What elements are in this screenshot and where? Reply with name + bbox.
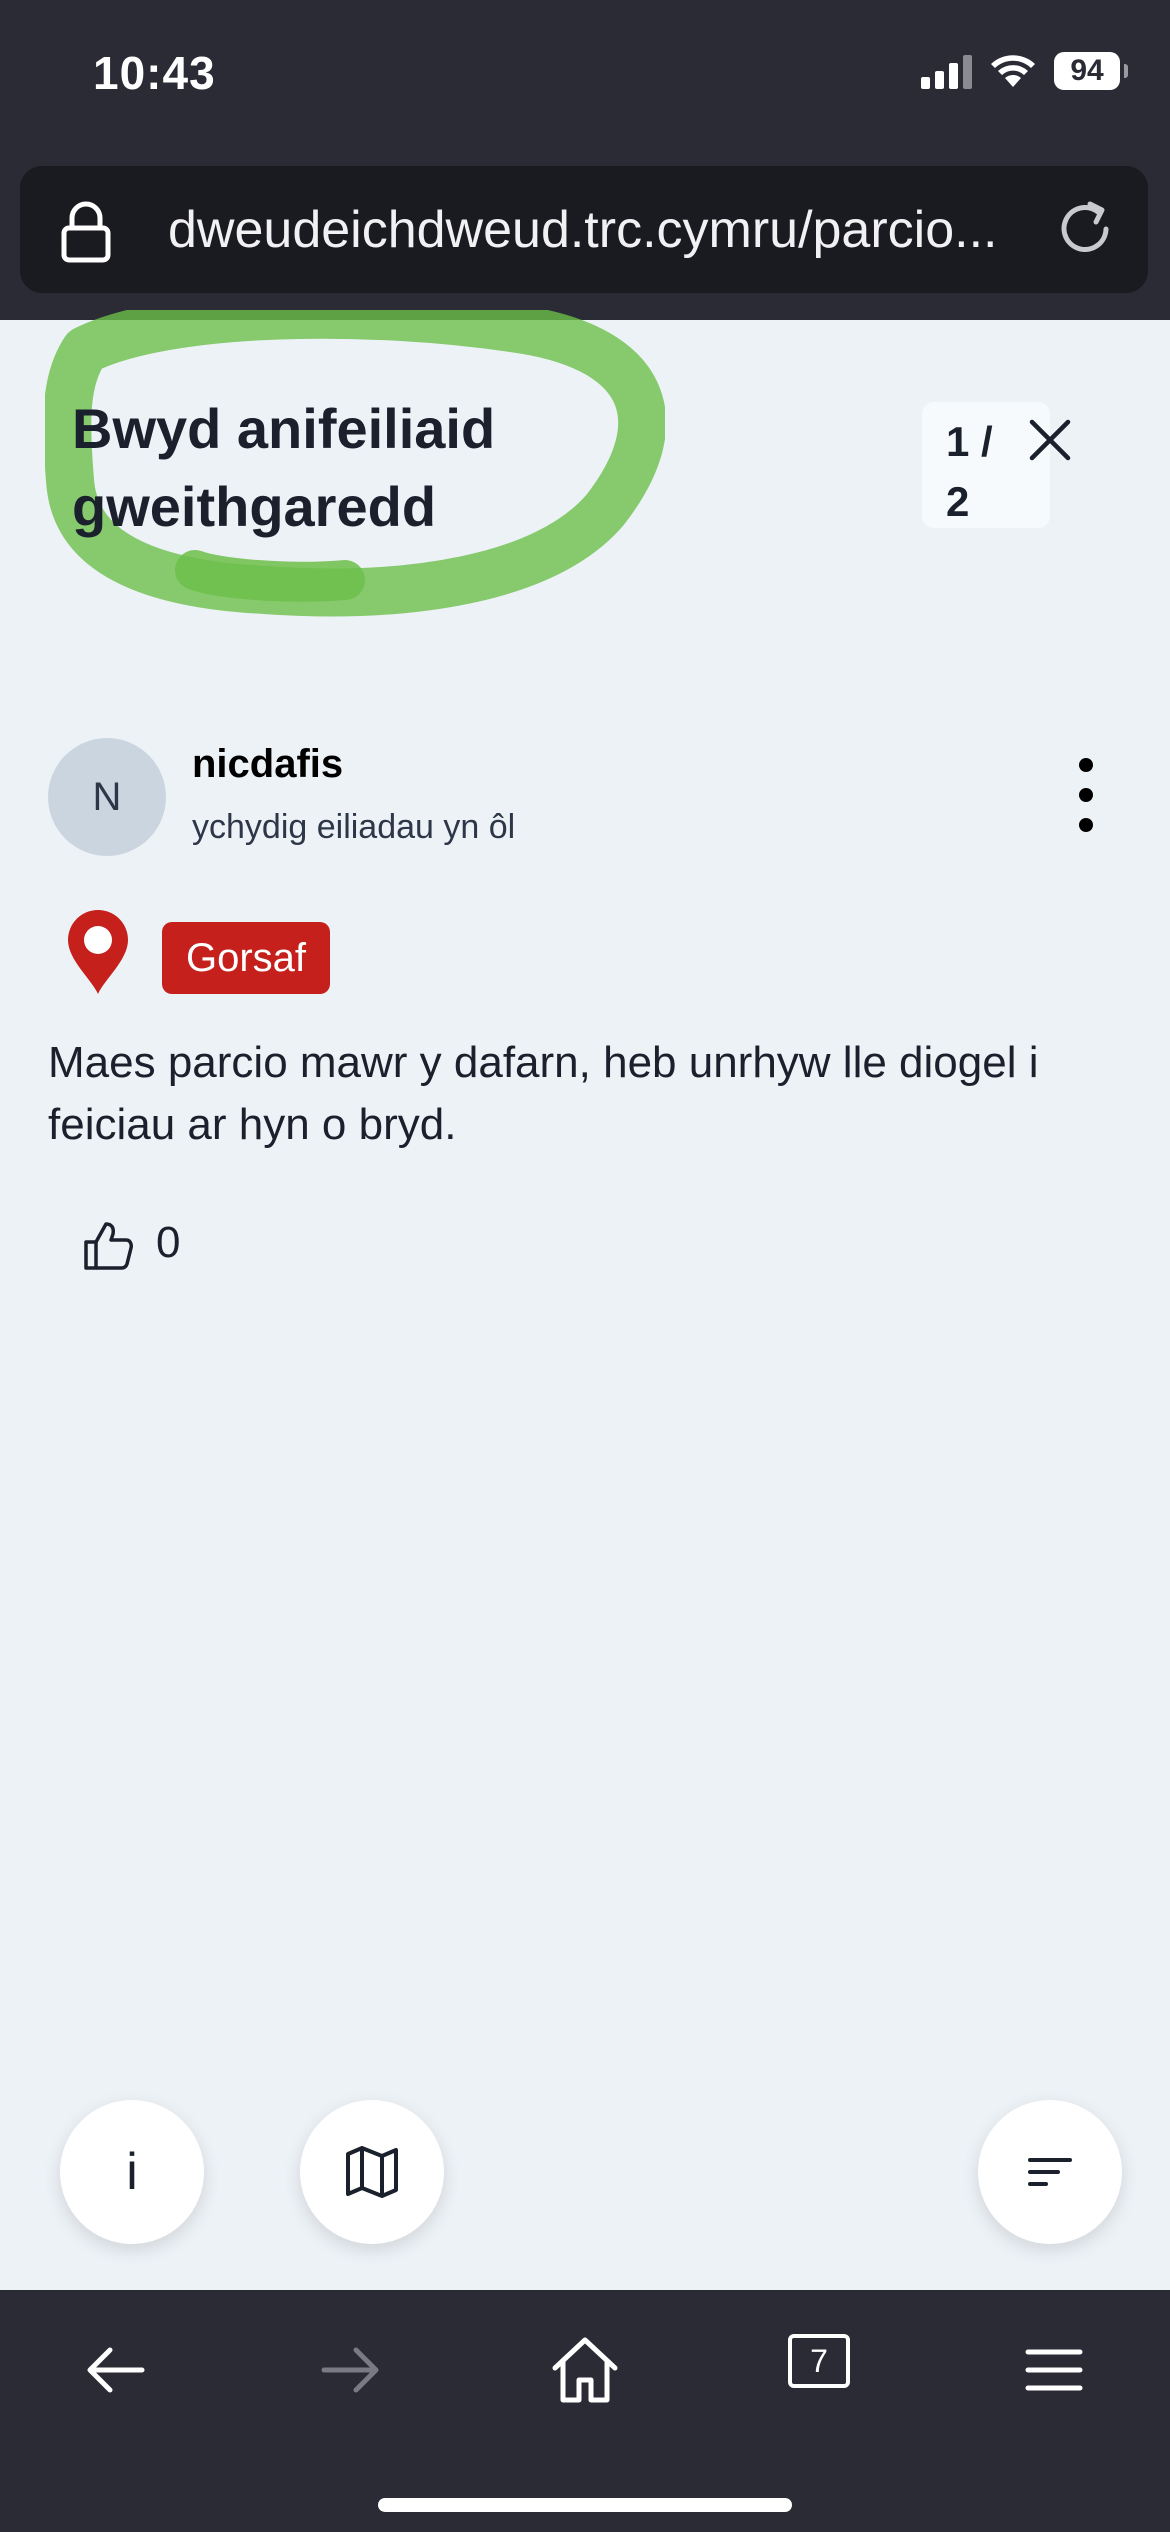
lock-icon [61,201,111,263]
signal-icon [921,53,972,89]
home-icon[interactable] [545,2330,625,2410]
close-icon[interactable] [1022,412,1078,468]
back-arrow-icon[interactable] [76,2330,156,2410]
home-indicator [378,2498,792,2512]
info-button[interactable]: i [60,2100,204,2244]
url-bar[interactable]: dweudeichdweud.trc.cymru/parcio... [20,166,1148,293]
map-pin-icon [68,910,128,994]
username: nicdafis [192,742,344,786]
post-body: Maes parcio mawr y dafarn, heb unrhyw ll… [48,1038,1039,1149]
pager-text: 1 / 2 [946,418,993,525]
category-badge: Gorsaf [162,922,331,994]
forward-arrow-icon[interactable] [310,2330,390,2410]
sort-icon [1028,2158,1072,2186]
avatar: N [48,738,166,856]
tabs-icon[interactable]: 7 [788,2334,850,2388]
info-label: i [126,2143,138,2201]
page-content: Bwyd anifeiliaid gweithgaredd 1 / 2 N ni… [0,310,1170,2290]
menu-icon[interactable] [1014,2330,1094,2410]
status-icons: 94 [921,52,1128,90]
battery-icon: 94 [1054,52,1128,90]
timestamp: ychydig eiliadau yn ôl [192,808,516,846]
post-title: Bwyd anifeiliaid gweithgaredd [72,397,496,538]
map-icon [346,2146,398,2198]
browser-top-chrome: 10:43 94 dweudeichdweud.trc.cymru/parcio… [0,0,1170,320]
map-button[interactable] [300,2100,444,2244]
status-time: 10:43 [93,47,216,99]
url-text[interactable]: dweudeichdweud.trc.cymru/parcio... [168,200,1028,260]
thumbs-up-icon[interactable] [80,1218,136,1274]
more-vertical-icon[interactable] [1070,750,1102,840]
sort-filter-button[interactable] [978,2100,1122,2244]
wifi-icon [991,55,1035,87]
like-count: 0 [156,1218,181,1267]
browser-bottom-toolbar: 7 [0,2290,1170,2532]
reload-icon[interactable] [1052,196,1118,262]
